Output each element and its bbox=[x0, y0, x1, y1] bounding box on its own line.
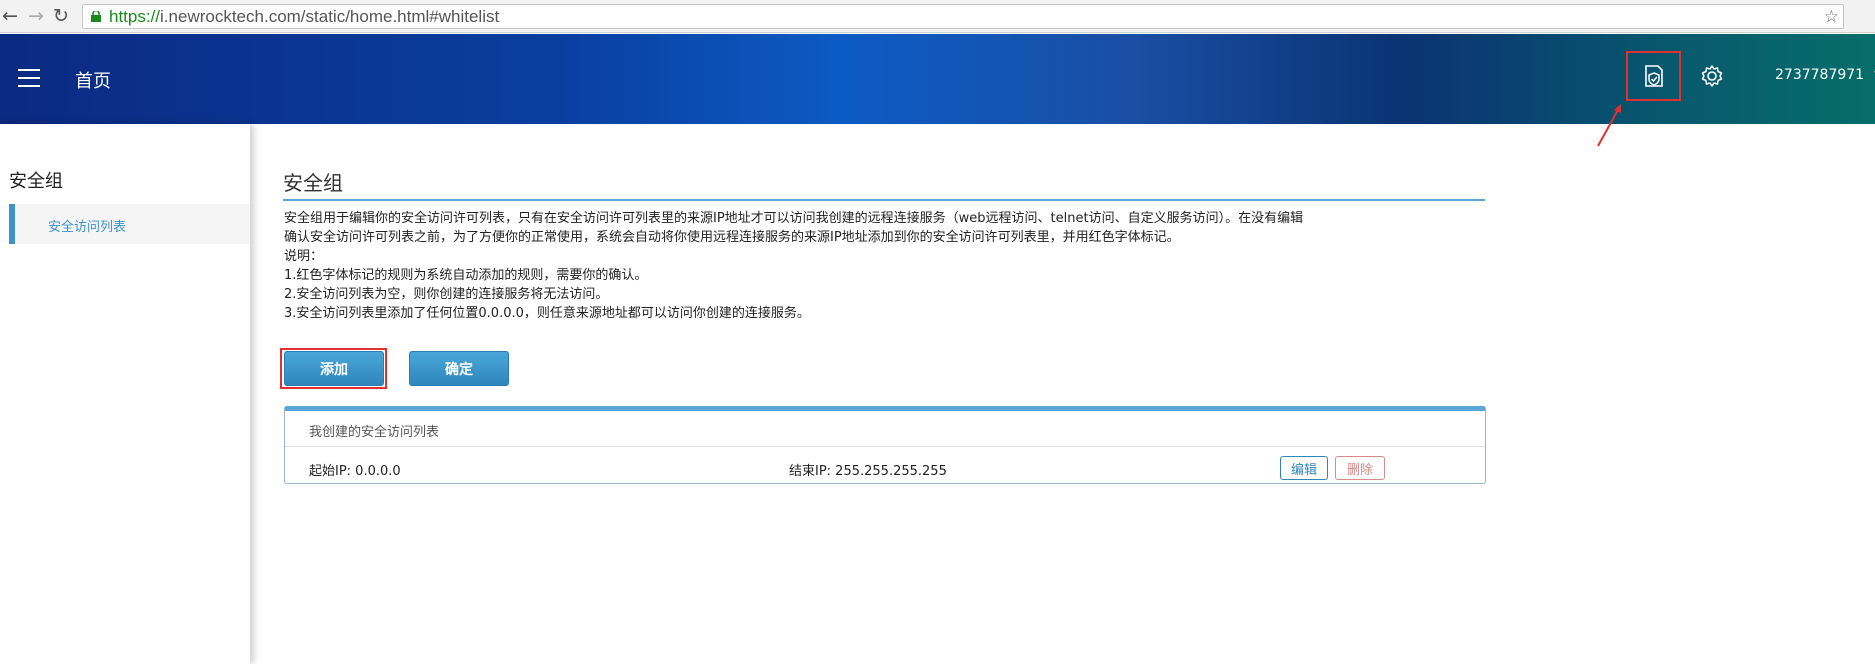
end-ip: 结束IP: 255.255.255.255 bbox=[789, 464, 947, 479]
description: 安全组用于编辑你的安全访问许可列表，只有在安全访问许可列表里的来源IP地址才可以… bbox=[284, 209, 1484, 323]
description-line: 说明： bbox=[284, 249, 324, 264]
confirm-button[interactable]: 确定 bbox=[409, 351, 509, 386]
forward-icon[interactable]: → bbox=[28, 4, 44, 28]
title-divider bbox=[283, 199, 1485, 201]
description-line: 1.红色字体标记的规则为系统自动添加的规则，需要你的确认。 bbox=[284, 268, 648, 283]
start-ip: 起始IP: 0.0.0.0 bbox=[309, 464, 401, 479]
url-text: https://i.newrocktech.com/static/home.ht… bbox=[109, 7, 500, 26]
bookmark-star-icon[interactable]: ☆ bbox=[1824, 7, 1839, 27]
shield-icon bbox=[1644, 65, 1663, 87]
add-button[interactable]: 添加 bbox=[284, 351, 384, 386]
user-menu[interactable]: 2737787971▼ bbox=[1775, 67, 1875, 83]
address-bar[interactable]: https://i.newrocktech.com/static/home.ht… bbox=[82, 4, 1844, 29]
description-line: 确认安全访问许可列表之前，为了方便你的正常使用，系统会自动将你使用远程连接服务的… bbox=[284, 230, 1180, 245]
annotation-arrow bbox=[1597, 104, 1621, 147]
section-title: 安全组 bbox=[283, 171, 343, 195]
sidebar-title: 安全组 bbox=[9, 171, 63, 192]
reload-icon[interactable]: ↻ bbox=[53, 4, 69, 28]
description-line: 安全组用于编辑你的安全访问许可列表，只有在安全访问许可列表里的来源IP地址才可以… bbox=[284, 211, 1304, 226]
description-line: 2.安全访问列表为空，则你创建的连接服务将无法访问。 bbox=[284, 287, 609, 302]
panel-divider bbox=[285, 446, 1485, 447]
hamburger-icon[interactable] bbox=[18, 69, 40, 87]
security-group-button[interactable] bbox=[1626, 51, 1681, 101]
panel-heading: 我创建的安全访问列表 bbox=[309, 425, 440, 440]
sidebar-item-access-list[interactable]: 安全访问列表 bbox=[9, 204, 250, 244]
sidebar-item-label: 安全访问列表 bbox=[48, 220, 127, 235]
delete-button[interactable]: 删除 bbox=[1335, 456, 1385, 480]
gear-icon[interactable] bbox=[1699, 63, 1725, 89]
description-line: 3.安全访问列表里添加了任何位置0.0.0.0，则任意来源地址都可以访问你创建的… bbox=[284, 306, 810, 321]
back-icon[interactable]: ← bbox=[2, 4, 18, 28]
sidebar: 安全组 安全访问列表 bbox=[0, 124, 250, 664]
browser-toolbar: ← → ↻ https://i.newrocktech.com/static/h… bbox=[0, 0, 1875, 33]
lock-icon bbox=[91, 11, 101, 22]
access-list-panel: 我创建的安全访问列表 起始IP: 0.0.0.0 结束IP: 255.255.2… bbox=[284, 406, 1486, 484]
page-title: 首页 bbox=[75, 71, 111, 92]
app-header: 首页 2737787971▼ bbox=[0, 34, 1875, 124]
edit-button[interactable]: 编辑 bbox=[1280, 456, 1328, 480]
